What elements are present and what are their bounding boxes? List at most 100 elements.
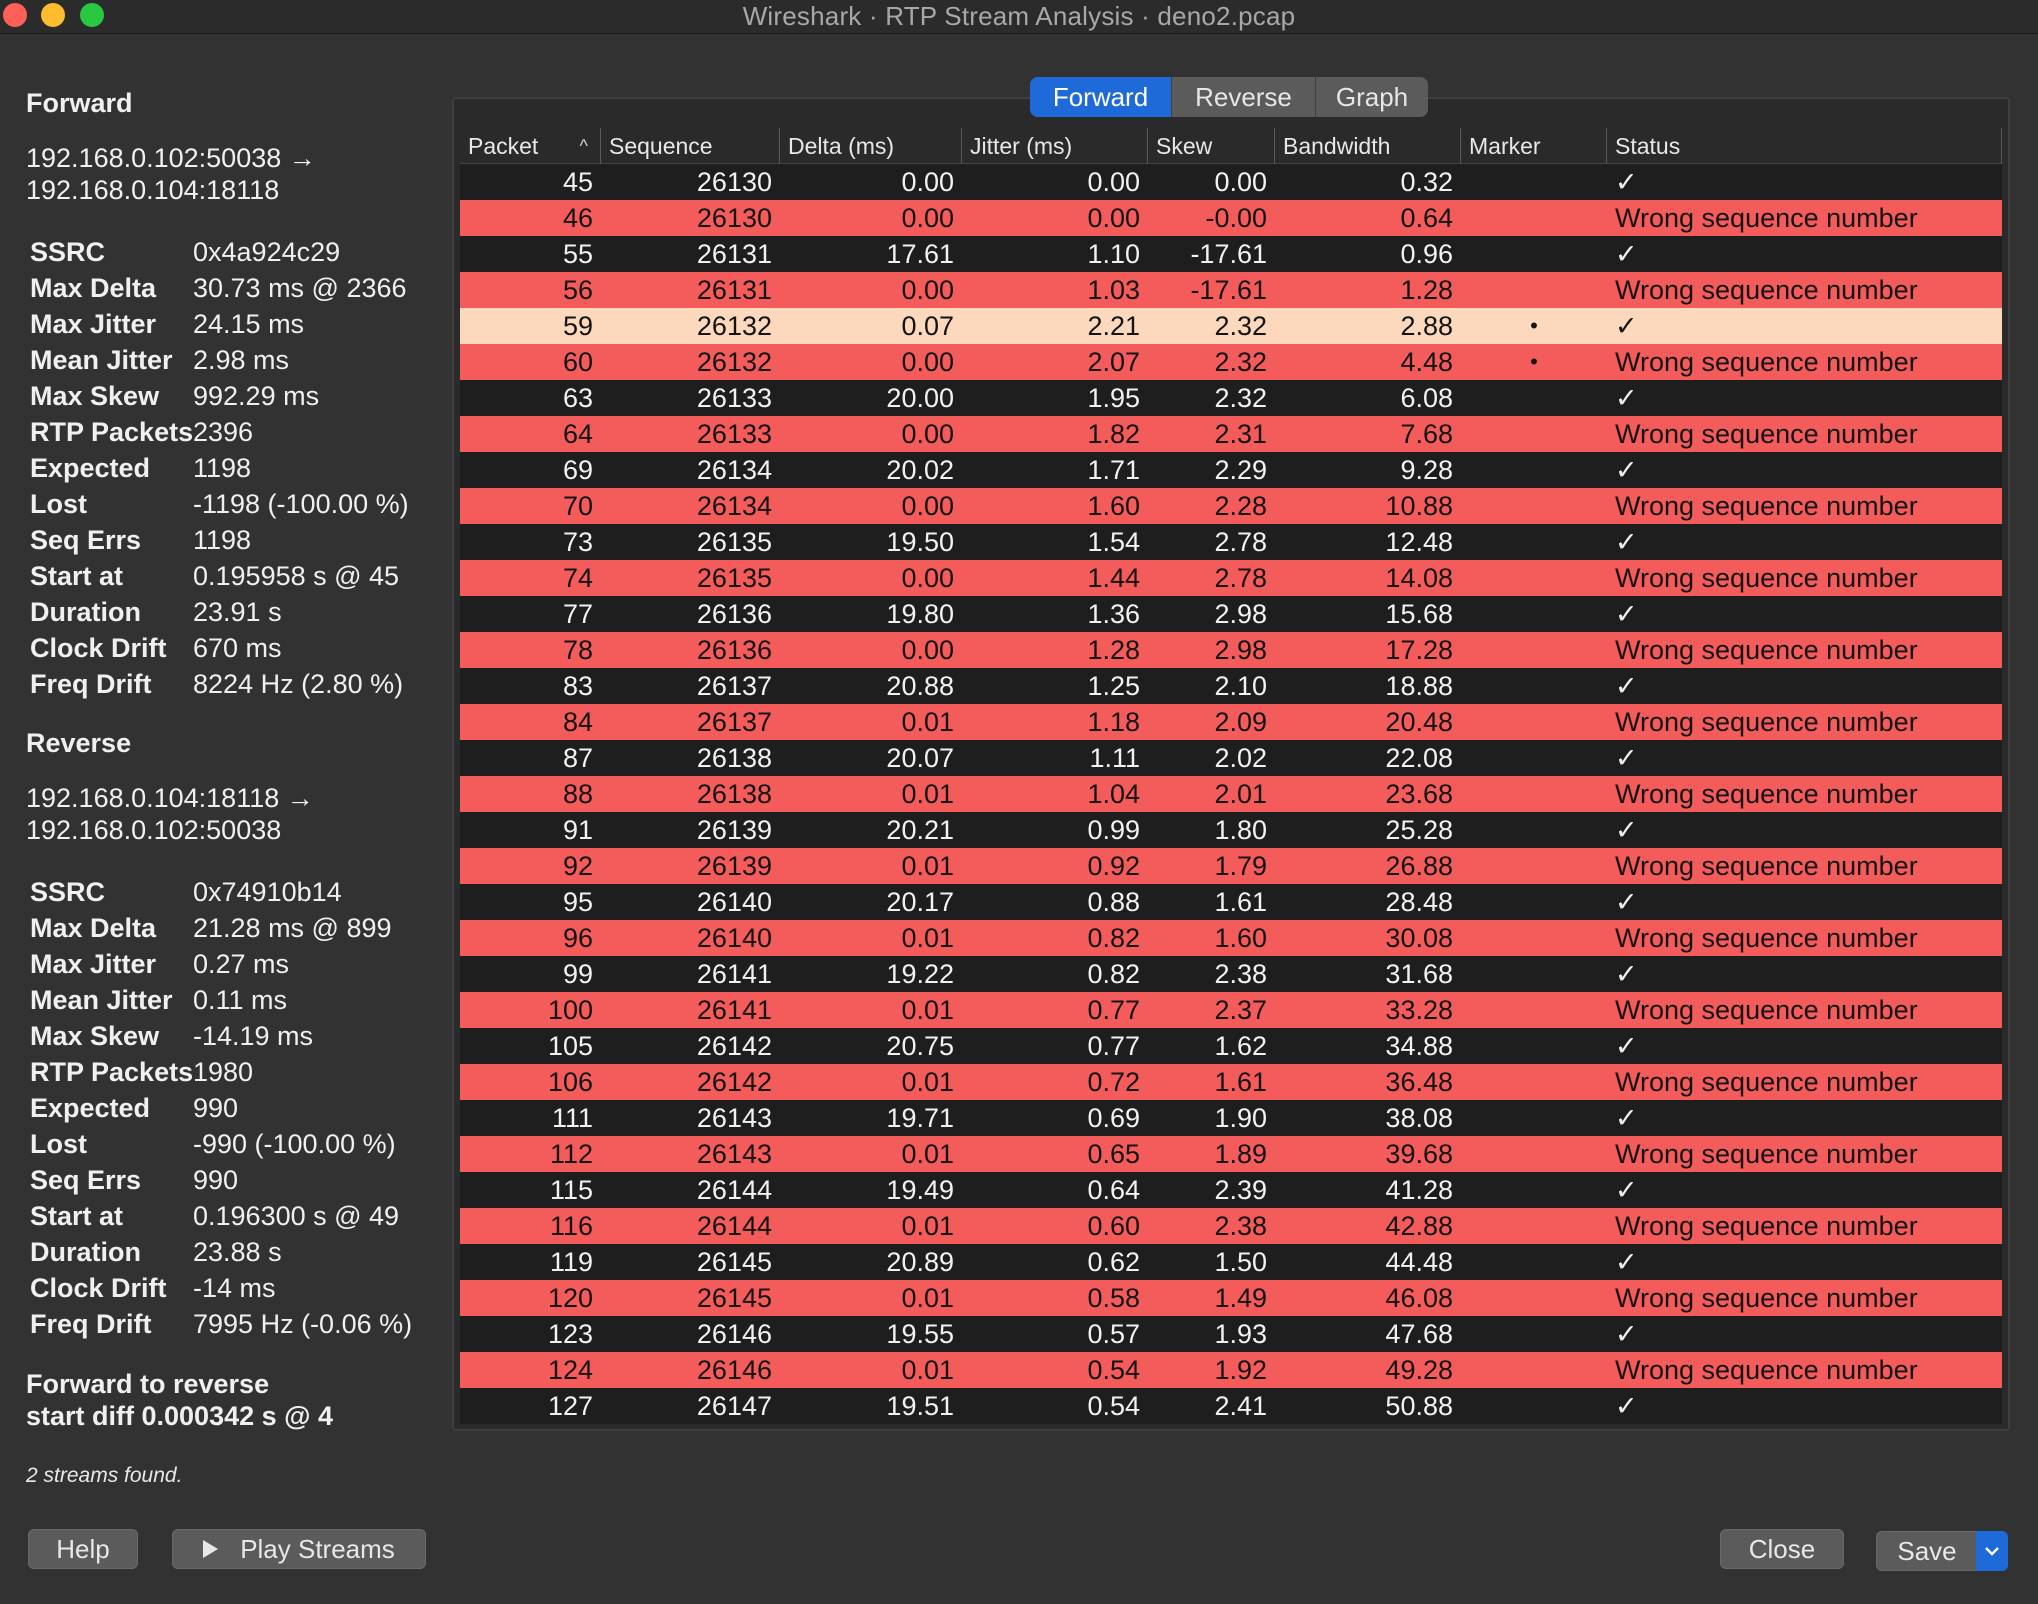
cell-marker xyxy=(1461,632,1607,668)
table-row[interactable]: 91 26139 20.21 0.99 1.80 25.28 ✓ xyxy=(460,812,2002,848)
table-row[interactable]: 59 26132 0.07 2.21 2.32 2.88 • ✓ xyxy=(460,308,2002,344)
cell-marker xyxy=(1461,452,1607,488)
table-row[interactable]: 45 26130 0.00 0.00 0.00 0.32 ✓ xyxy=(460,164,2002,200)
cell-jitter: 0.77 xyxy=(1087,1031,1140,1061)
cell-delta: 19.55 xyxy=(886,1319,954,1349)
cell-packet: 78 xyxy=(562,635,593,665)
table-row[interactable]: 115 26144 19.49 0.64 2.39 41.28 ✓ xyxy=(460,1172,2002,1208)
cell-sequence: 26130 xyxy=(696,167,772,197)
table-row[interactable]: 84 26137 0.01 1.18 2.09 20.48 Wrong sequence n… xyxy=(460,704,2002,740)
cell-skew: 1.93 xyxy=(1214,1319,1267,1349)
cell-sequence: 26133 xyxy=(696,383,772,413)
tab-graph[interactable]: Graph xyxy=(1316,77,1428,117)
tab-forward[interactable]: Forward xyxy=(1030,77,1172,117)
stat-row: Clock Drift 670 ms xyxy=(30,630,450,666)
table-row[interactable]: 87 26138 20.07 1.11 2.02 22.08 ✓ xyxy=(460,740,2002,776)
cell-marker xyxy=(1461,1172,1607,1208)
help-button[interactable]: Help xyxy=(28,1529,138,1569)
column-header-skew[interactable]: Skew xyxy=(1148,128,1275,164)
table-row[interactable]: 69 26134 20.02 1.71 2.29 9.28 ✓ xyxy=(460,452,2002,488)
table-row[interactable]: 111 26143 19.71 0.69 1.90 38.08 ✓ xyxy=(460,1100,2002,1136)
table-row[interactable]: 112 26143 0.01 0.65 1.89 39.68 Wrong sequence … xyxy=(460,1136,2002,1172)
stat-value: 990 xyxy=(193,1092,239,1123)
stat-row: Seq Errs 1198 xyxy=(30,522,450,558)
stat-value: 992.29 ms xyxy=(193,380,320,411)
cell-sequence: 26136 xyxy=(696,599,772,629)
cell-skew: 2.38 xyxy=(1214,959,1267,989)
table-row[interactable]: 46 26130 0.00 0.00 -0.00 0.64 Wrong sequence n… xyxy=(460,200,2002,236)
stat-value: 2.98 ms xyxy=(193,344,290,375)
save-button[interactable]: Save xyxy=(1876,1531,1978,1571)
table-row[interactable]: 100 26141 0.01 0.77 2.37 33.28 Wrong sequence … xyxy=(460,992,2002,1028)
play-streams-button[interactable]: Play Streams xyxy=(172,1529,426,1569)
cell-sequence: 26138 xyxy=(696,779,772,809)
stat-row: Duration 23.91 s xyxy=(30,594,450,630)
tab-reverse[interactable]: Reverse xyxy=(1172,77,1316,117)
cell-bandwidth: 47.68 xyxy=(1385,1319,1453,1349)
table-row[interactable]: 124 26146 0.01 0.54 1.92 49.28 Wrong sequence … xyxy=(460,1352,2002,1388)
column-header-packet[interactable]: Packet ^ xyxy=(460,128,601,164)
table-row[interactable]: 73 26135 19.50 1.54 2.78 12.48 ✓ xyxy=(460,524,2002,560)
cell-packet: 124 xyxy=(547,1355,593,1385)
table-row[interactable]: 116 26144 0.01 0.60 2.38 42.88 Wrong sequence … xyxy=(460,1208,2002,1244)
cell-bandwidth: 44.48 xyxy=(1385,1247,1453,1277)
cell-delta: 0.00 xyxy=(901,419,954,449)
table-row[interactable]: 78 26136 0.00 1.28 2.98 17.28 Wrong sequence n… xyxy=(460,632,2002,668)
cell-status: Wrong sequence number xyxy=(1615,923,1918,953)
table-row[interactable]: 106 26142 0.01 0.72 1.61 36.48 Wrong sequence … xyxy=(460,1064,2002,1100)
table-row[interactable]: 64 26133 0.00 1.82 2.31 7.68 Wrong sequence nu… xyxy=(460,416,2002,452)
cell-bandwidth: 46.08 xyxy=(1385,1283,1453,1313)
table-row[interactable]: 74 26135 0.00 1.44 2.78 14.08 Wrong sequence n… xyxy=(460,560,2002,596)
stat-row: Mean Jitter 2.98 ms xyxy=(30,342,450,378)
table-row[interactable]: 83 26137 20.88 1.25 2.10 18.88 ✓ xyxy=(460,668,2002,704)
column-header-delta[interactable]: Delta (ms) xyxy=(780,128,962,164)
stat-key: Clock Drift xyxy=(30,1272,167,1303)
cell-delta: 0.01 xyxy=(901,923,954,953)
cell-bandwidth: 26.88 xyxy=(1385,851,1453,881)
column-header-sequence[interactable]: Sequence xyxy=(601,128,780,164)
cell-sequence: 26142 xyxy=(696,1031,772,1061)
cell-delta: 0.01 xyxy=(901,1211,954,1241)
stat-key: Freq Drift xyxy=(30,1308,152,1339)
column-header-bandwidth[interactable]: Bandwidth xyxy=(1275,128,1461,164)
cell-packet: 99 xyxy=(562,959,593,989)
cell-packet: 73 xyxy=(562,527,593,557)
cell-skew: 1.61 xyxy=(1214,1067,1267,1097)
table-row[interactable]: 127 26147 19.51 0.54 2.41 50.88 ✓ xyxy=(460,1388,2002,1424)
cell-bandwidth: 0.64 xyxy=(1400,203,1453,233)
column-header-status[interactable]: Status xyxy=(1607,128,2002,164)
cell-sequence: 26145 xyxy=(696,1247,772,1277)
table-row[interactable]: 96 26140 0.01 0.82 1.60 30.08 Wrong sequence n… xyxy=(460,920,2002,956)
table-row[interactable]: 120 26145 0.01 0.58 1.49 46.08 Wrong sequence … xyxy=(460,1280,2002,1316)
table-row[interactable]: 77 26136 19.80 1.36 2.98 15.68 ✓ xyxy=(460,596,2002,632)
cell-bandwidth: 49.28 xyxy=(1385,1355,1453,1385)
cell-marker xyxy=(1461,668,1607,704)
table-row[interactable]: 88 26138 0.01 1.04 2.01 23.68 Wrong sequence n… xyxy=(460,776,2002,812)
table-row[interactable]: 63 26133 20.00 1.95 2.32 6.08 ✓ xyxy=(460,380,2002,416)
table-row[interactable]: 119 26145 20.89 0.62 1.50 44.48 ✓ xyxy=(460,1244,2002,1280)
column-header-jitter[interactable]: Jitter (ms) xyxy=(962,128,1148,164)
close-button[interactable]: Close xyxy=(1720,1529,1844,1569)
stat-row: Expected 990 xyxy=(30,1090,450,1126)
cell-bandwidth: 30.08 xyxy=(1385,923,1453,953)
cell-sequence: 26147 xyxy=(696,1391,772,1421)
table-row[interactable]: 92 26139 0.01 0.92 1.79 26.88 Wrong sequence n… xyxy=(460,848,2002,884)
table-row[interactable]: 95 26140 20.17 0.88 1.61 28.48 ✓ xyxy=(460,884,2002,920)
table-row[interactable]: 60 26132 0.00 2.07 2.32 4.48 • Wrong sequence n… xyxy=(460,344,2002,380)
stat-value: 0.195958 s @ 45 xyxy=(193,560,400,591)
cell-status: Wrong sequence number xyxy=(1615,779,1918,809)
table-row[interactable]: 105 26142 20.75 0.77 1.62 34.88 ✓ xyxy=(460,1028,2002,1064)
table-row[interactable]: 56 26131 0.00 1.03 -17.61 1.28 Wrong sequence … xyxy=(460,272,2002,308)
table-row[interactable]: 99 26141 19.22 0.82 2.38 31.68 ✓ xyxy=(460,956,2002,992)
cell-delta: 19.22 xyxy=(886,959,954,989)
cell-skew: 2.31 xyxy=(1214,419,1267,449)
table-row[interactable]: 55 26131 17.61 1.10 -17.61 0.96 ✓ xyxy=(460,236,2002,272)
cell-sequence: 26132 xyxy=(696,311,772,341)
stat-value: 0.196300 s @ 49 xyxy=(193,1200,400,1231)
table-row[interactable]: 70 26134 0.00 1.60 2.28 10.88 Wrong sequence n… xyxy=(460,488,2002,524)
cell-skew: 1.89 xyxy=(1214,1139,1267,1169)
save-dropdown-button[interactable] xyxy=(1976,1531,2008,1571)
stat-key: RTP Packets xyxy=(30,1056,194,1087)
column-header-marker[interactable]: Marker xyxy=(1461,128,1607,164)
table-row[interactable]: 123 26146 19.55 0.57 1.93 47.68 ✓ xyxy=(460,1316,2002,1352)
